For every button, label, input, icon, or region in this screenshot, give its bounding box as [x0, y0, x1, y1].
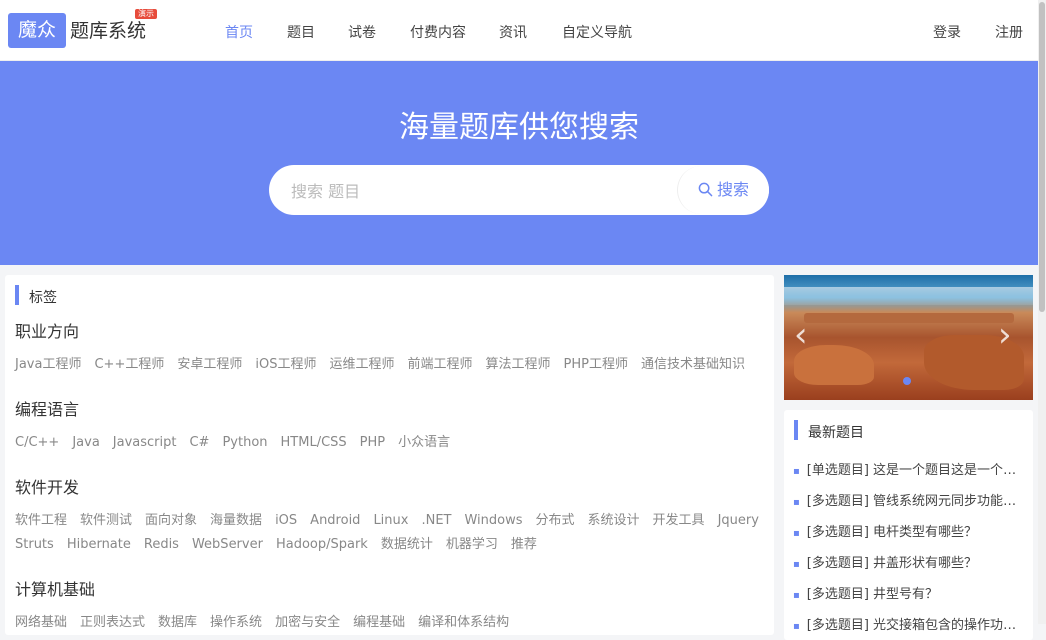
carousel-image-mesa	[804, 313, 1014, 323]
nav-papers[interactable]: 试卷	[348, 22, 376, 42]
tag-link[interactable]: Windows	[464, 513, 522, 528]
question-item[interactable]: ▪ [多选题目] 井型号有？	[793, 583, 1021, 602]
nav-custom[interactable]: 自定义导航	[562, 22, 632, 42]
tags-panel: 标签 职业方向 Java工程师 C++工程师 安卓工程师 iOS工程师 运维工程师 前端工…	[5, 275, 774, 635]
question-item[interactable]: ▪ [多选题目] 电杆类型有哪些？	[793, 521, 1021, 540]
tag-list: C/C++ Java Javascript C# Python HTML/CSS PHP 小众…	[15, 431, 463, 450]
tag-link[interactable]: .NET	[421, 513, 451, 528]
tag-list: Java工程师 C++工程师 安卓工程师 iOS工程师 运维工程师 前端工程师 算法工程师 P…	[15, 353, 758, 372]
tag-link[interactable]: Struts	[15, 537, 54, 552]
tag-link[interactable]: 编译和体系结构	[418, 615, 509, 630]
tag-link[interactable]: 软件工程	[15, 513, 67, 528]
login-link[interactable]: 登录	[933, 22, 961, 42]
tag-link[interactable]: Python	[222, 435, 267, 450]
carousel-image-sky	[784, 287, 1033, 305]
category-title: 职业方向	[15, 322, 80, 341]
tag-link[interactable]: 分布式	[536, 513, 575, 528]
tag-link[interactable]: Java	[72, 435, 99, 450]
site-title[interactable]: 题库系统	[70, 16, 146, 43]
tag-link[interactable]: WebServer	[192, 537, 263, 552]
tag-link[interactable]: 系统设计	[588, 513, 640, 528]
tag-link[interactable]: 小众语言	[398, 435, 450, 450]
question-item[interactable]: ▪ [多选题目] 井盖形状有哪些？	[793, 552, 1021, 571]
tag-link[interactable]: iOS	[275, 513, 297, 528]
carousel-prev-icon[interactable]: ‹	[794, 315, 808, 355]
nav-home[interactable]: 首页	[225, 22, 253, 42]
tag-link[interactable]: C++工程师	[94, 357, 164, 372]
hero-banner: 海量题库供您搜索 搜索	[0, 61, 1038, 265]
bullet-icon: ▪	[793, 590, 800, 601]
search-button[interactable]: 搜索	[677, 166, 769, 214]
tags-title: 标签	[29, 290, 57, 306]
demo-badge: 演示	[135, 9, 157, 19]
tag-link[interactable]: 编程基础	[353, 615, 405, 630]
tag-link[interactable]: 前端工程师	[407, 357, 472, 372]
carousel-dot-active[interactable]	[903, 377, 911, 385]
tag-link[interactable]: Linux	[373, 513, 408, 528]
question-item[interactable]: ▪[多选题目] 管线系统网元同步功能有哪些？	[793, 490, 1021, 509]
tag-link[interactable]: C#	[189, 435, 209, 450]
scrollbar-thumb[interactable]	[1039, 2, 1045, 312]
tag-link[interactable]: Android	[310, 513, 360, 528]
search-icon	[698, 182, 713, 197]
tag-list: Struts Hibernate Redis WebServer Hadoop/Spar…	[15, 533, 550, 552]
bullet-icon: ▪	[793, 497, 800, 508]
section-marker	[15, 285, 19, 305]
tag-link[interactable]: 海量数据	[210, 513, 262, 528]
latest-questions-panel: 最新题目 ▪[单选题目] 这是一个题目这是一个题目这是一个题目 ▪[多选题目] …	[784, 410, 1033, 640]
tag-link[interactable]: 面向对象	[145, 513, 197, 528]
tag-link[interactable]: PHP	[360, 435, 385, 450]
nav-news[interactable]: 资讯	[499, 22, 527, 42]
tag-link[interactable]: 推荐	[511, 537, 537, 552]
tag-link[interactable]: Java工程师	[15, 357, 81, 372]
nav-questions[interactable]: 题目	[287, 22, 315, 42]
tag-link[interactable]: 加密与安全	[275, 615, 340, 630]
tag-link[interactable]: 安卓工程师	[177, 357, 242, 372]
bullet-icon: ▪	[793, 528, 800, 539]
tag-link[interactable]: 运维工程师	[329, 357, 394, 372]
question-item[interactable]: ▪[单选题目] 这是一个题目这是一个题目这是一个题目	[793, 459, 1021, 478]
section-marker	[794, 420, 798, 440]
logo[interactable]: 魔众	[8, 13, 66, 48]
tag-link[interactable]: 网络基础	[15, 615, 67, 630]
category-title: 软件开发	[15, 478, 80, 497]
search-button-label: 搜索	[716, 180, 749, 199]
tag-link[interactable]: PHP工程师	[564, 357, 628, 372]
tag-link[interactable]: 开发工具	[653, 513, 705, 528]
tag-list: 软件工程 软件测试 面向对象 海量数据 iOS Android Linux .NET Windo…	[15, 509, 772, 528]
tag-link[interactable]: iOS工程师	[255, 357, 316, 372]
tag-link[interactable]: Jquery	[718, 513, 759, 528]
nav-paid-content[interactable]: 付费内容	[410, 22, 466, 42]
tag-link[interactable]: 数据统计	[381, 537, 433, 552]
tag-link[interactable]: 数据库	[158, 615, 197, 630]
search-box: 搜索	[269, 165, 769, 217]
bullet-icon: ▪	[793, 621, 800, 632]
category-title: 计算机基础	[15, 580, 96, 599]
latest-title: 最新题目	[808, 425, 864, 441]
category-title: 编程语言	[15, 400, 80, 419]
tag-link[interactable]: 算法工程师	[486, 357, 551, 372]
bullet-icon: ▪	[793, 466, 800, 477]
tag-link[interactable]: 软件测试	[80, 513, 132, 528]
tag-link[interactable]: Redis	[144, 537, 179, 552]
hero-title: 海量题库供您搜索	[399, 110, 639, 145]
tag-link[interactable]: 通信技术基础知识	[641, 357, 745, 372]
tag-link[interactable]: 正则表达式	[80, 615, 145, 630]
carousel-next-icon[interactable]: ›	[998, 315, 1012, 355]
tag-link[interactable]: 操作系统	[210, 615, 262, 630]
tag-link[interactable]: Hibernate	[67, 537, 131, 552]
tag-link[interactable]: Javascript	[113, 435, 177, 450]
tag-link[interactable]: Hadoop/Spark	[276, 537, 368, 552]
image-carousel[interactable]: ‹ ›	[784, 275, 1033, 400]
tag-link[interactable]: HTML/CSS	[281, 435, 347, 450]
bullet-icon: ▪	[793, 559, 800, 570]
search-input[interactable]	[289, 165, 673, 217]
tag-link[interactable]: C/C++	[15, 435, 59, 450]
top-header: 魔众 题库系统 演示 首页 题目 试卷 付费内容 资讯 自定义导航 登录 注册	[0, 0, 1038, 61]
tag-list: 网络基础 正则表达式 数据库 操作系统 加密与安全 编程基础 编译和体系结构	[15, 611, 522, 630]
register-link[interactable]: 注册	[995, 22, 1023, 42]
tag-link[interactable]: 机器学习	[446, 537, 498, 552]
